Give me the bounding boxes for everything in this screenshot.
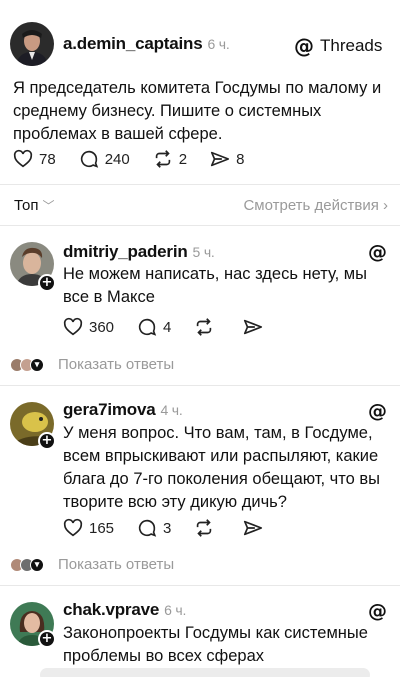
post-time: 6 ч. [207, 36, 230, 52]
repost-button[interactable] [193, 517, 220, 539]
reply-text: У меня вопрос. Что вам, там, в Госдуме, … [63, 424, 381, 511]
follow-plus-icon[interactable]: + [38, 274, 56, 292]
like-count: 360 [89, 318, 115, 336]
like-button[interactable]: 78 [12, 148, 56, 170]
repost-icon [155, 150, 170, 168]
heart-icon [63, 518, 83, 537]
repost-button[interactable] [193, 316, 220, 338]
repost-icon [197, 519, 212, 537]
follow-plus-icon[interactable]: + [38, 432, 56, 450]
threads-logo-icon: @ [368, 400, 387, 422]
comment-count: 4 [163, 318, 172, 336]
comment-count: 240 [104, 150, 130, 168]
comment-button[interactable]: 240 [78, 148, 130, 170]
replier-avatar: ▾ [30, 357, 44, 372]
like-count: 165 [89, 519, 115, 537]
like-button[interactable]: 165 [62, 517, 114, 539]
author-avatar[interactable] [10, 22, 54, 66]
reply-time: 6 ч. [164, 602, 187, 618]
comment-button[interactable]: 4 [136, 316, 171, 338]
like-count: 78 [39, 150, 56, 168]
comment-count: 3 [163, 519, 172, 537]
repost-icon [197, 318, 212, 336]
reply-username[interactable]: dmitriy_paderin 5 ч. [63, 242, 215, 262]
sort-dropdown[interactable]: Топ ﹀ [14, 197, 54, 214]
reply-actions: 360 4 [62, 316, 291, 338]
post-text: Я председатель комитета Госдумы по малом… [13, 79, 382, 143]
repost-count: 2 [178, 150, 188, 168]
chevron-down-icon: ﹀ [42, 199, 55, 213]
heart-icon [13, 149, 33, 168]
like-button[interactable]: 360 [62, 316, 114, 338]
replier-avatar: ▾ [30, 557, 44, 572]
share-icon [210, 151, 230, 167]
divider [0, 184, 400, 185]
share-icon [244, 520, 263, 536]
threads-logo-icon: @ [294, 34, 314, 58]
reply-text: Не можем написать, нас здесь нету, мы вс… [63, 265, 367, 306]
reply-text: Законопроекты Госдумы как системные проб… [63, 624, 368, 665]
divider [0, 585, 400, 586]
reply-username[interactable]: gera7imova 4 ч. [63, 400, 183, 420]
reply-username-text: gera7imova [63, 400, 156, 419]
author-username[interactable]: a.demin_captains 6 ч. [63, 34, 230, 54]
sort-bar: Топ ﹀ Смотреть действия › [14, 197, 388, 214]
reply-username-text: chak.vprave [63, 600, 160, 619]
show-replies-link[interactable]: Показать ответы [58, 556, 174, 573]
reply-composer-bar[interactable] [40, 668, 370, 677]
share-button[interactable] [242, 316, 269, 338]
share-count: 8 [236, 150, 245, 168]
share-icon [244, 319, 263, 335]
comment-button[interactable]: 3 [136, 517, 171, 539]
see-actions-link[interactable]: Смотреть действия › [243, 197, 388, 214]
author-avatar-image [10, 22, 54, 66]
sort-label: Топ [14, 197, 39, 214]
follow-plus-icon[interactable]: + [38, 630, 56, 648]
reply-username-text: dmitriy_paderin [63, 242, 188, 261]
threads-brand-label: Threads [320, 36, 383, 55]
divider [0, 385, 400, 386]
reply-time: 4 ч. [160, 402, 183, 418]
reply-username[interactable]: chak.vprave 6 ч. [63, 600, 186, 620]
divider [0, 225, 400, 226]
comment-icon [138, 519, 157, 537]
repost-button[interactable]: 2 [152, 148, 187, 170]
threads-logo-icon: @ [368, 241, 387, 263]
show-replies-row[interactable]: ▾ Показать ответы [10, 356, 174, 373]
heart-icon [63, 317, 83, 336]
post-actions: 78 240 2 8 [12, 148, 266, 170]
show-replies-row[interactable]: ▾ Показать ответы [10, 556, 174, 573]
share-button[interactable]: 8 [209, 148, 244, 170]
author-username-text: a.demin_captains [63, 34, 203, 53]
reply-actions: 165 3 [62, 517, 291, 539]
reply-time: 5 ч. [192, 244, 215, 260]
threads-brand: @ Threads [294, 34, 382, 58]
threads-logo-icon: @ [368, 600, 387, 622]
comment-icon [138, 318, 157, 336]
share-button[interactable] [242, 517, 269, 539]
comment-icon [80, 150, 98, 168]
show-replies-link[interactable]: Показать ответы [58, 356, 174, 373]
